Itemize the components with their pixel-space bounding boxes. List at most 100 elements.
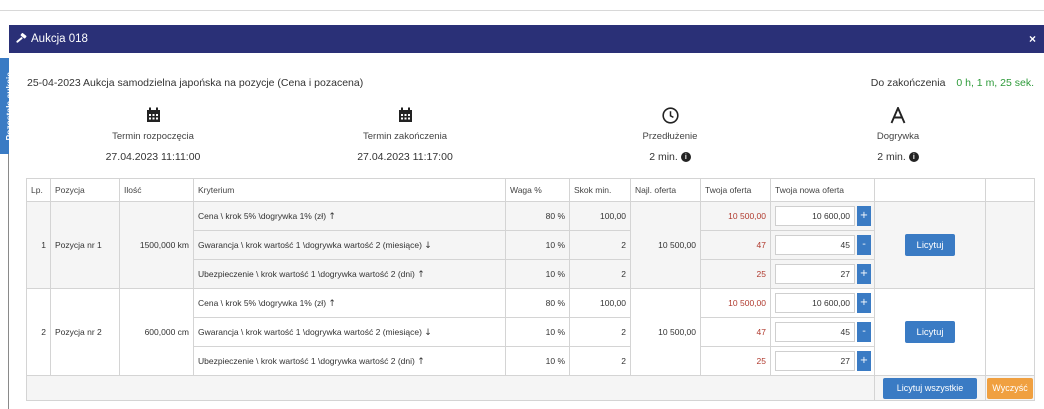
weight-cell: 10 % xyxy=(505,346,570,376)
weight-cell: 10 % xyxy=(505,317,570,347)
your-offer-cell: 10 500,00 xyxy=(700,288,771,318)
stat-end-value: 27.04.2023 11:17:00 xyxy=(357,151,453,163)
table-row: 2 Pozycja nr 2 600,000 cm Cena \ krok 5%… xyxy=(26,288,1035,376)
col-header: Twoja oferta xyxy=(700,178,771,202)
new-offer-input[interactable] xyxy=(775,264,855,284)
stat-extension-value: 2 min. xyxy=(649,151,678,163)
lp-cell: 1 xyxy=(26,201,51,289)
best-offer-cell: 10 500,00 xyxy=(630,288,701,376)
stat-extension: Przedłużenie 2 min. i xyxy=(570,105,770,163)
countdown-value: 0 h, 1 m, 25 sek. xyxy=(956,77,1034,89)
stat-extension-label: Przedłużenie xyxy=(642,131,698,142)
new-offer-input[interactable] xyxy=(775,293,855,313)
calendar-icon xyxy=(398,107,412,122)
table-footer-row: Licytuj wszystkie Wyczyść xyxy=(26,375,1035,401)
bid-all-button[interactable]: Licytuj wszystkie xyxy=(883,377,977,399)
bid-all-cell: Licytuj wszystkie xyxy=(874,375,986,401)
empty-cell xyxy=(985,201,1035,289)
table-header-row: Lp. Pozycja Ilość Kryterium Waga % Skok … xyxy=(26,178,1035,202)
arrow-down-icon: ↓ xyxy=(424,327,432,338)
countdown: Do zakończenia 0 h, 1 m, 25 sek. xyxy=(871,77,1034,89)
modal-header: Aukcja 018 × xyxy=(9,25,1044,53)
weight-cell: 80 % xyxy=(505,288,570,318)
info-icon[interactable]: i xyxy=(680,152,691,162)
close-button[interactable]: × xyxy=(1029,32,1038,46)
col-header: Waga % xyxy=(505,178,570,202)
col-header: Najl. oferta xyxy=(630,178,701,202)
increment-button[interactable]: + xyxy=(857,293,871,313)
stat-overtime-value: 2 min. xyxy=(877,151,906,163)
clear-button[interactable]: Wyczyść xyxy=(987,377,1033,399)
increment-button[interactable]: + xyxy=(857,351,871,371)
table-row: 1 Pozycja nr 1 1500,000 km Cena \ krok 5… xyxy=(26,201,1035,289)
arrow-up-icon: ↑ xyxy=(328,298,336,309)
arrow-down-icon: ↓ xyxy=(424,240,432,251)
criterion-cell: Cena \ krok 5% \dogrywka 1% (zł) ↑ xyxy=(193,288,506,318)
qty-cell: 1500,000 km xyxy=(119,201,194,289)
letter-a-icon xyxy=(890,106,906,123)
modal-title-group: Aukcja 018 xyxy=(15,33,88,45)
col-header: Twoja nowa oferta xyxy=(770,178,875,202)
step-cell: 2 xyxy=(569,230,631,260)
decrement-button[interactable]: - xyxy=(857,235,871,255)
clock-icon xyxy=(661,106,679,124)
new-offer-cell: - xyxy=(770,230,875,260)
best-offer-cell: 10 500,00 xyxy=(630,201,701,289)
bid-cell: Licytuj xyxy=(874,201,986,289)
calendar-icon xyxy=(146,107,160,122)
new-offer-cell: + xyxy=(770,259,875,289)
new-offer-input[interactable] xyxy=(775,351,855,371)
new-offer-input[interactable] xyxy=(775,235,855,255)
criterion-cell: Ubezpieczenie \ krok wartość 1 \dogrywka… xyxy=(193,259,506,289)
criterion-text: Gwarancja \ krok wartość 1 \dogrywka war… xyxy=(198,326,422,337)
col-header: Skok min. xyxy=(569,178,631,202)
stat-start: Termin rozpoczęcia 27.04.2023 11:11:00 xyxy=(53,105,253,163)
step-cell: 2 xyxy=(569,346,631,376)
col-header: Lp. xyxy=(26,178,51,202)
criterion-text: Ubezpieczenie \ krok wartość 1 \dogrywka… xyxy=(198,268,415,279)
new-offer-input[interactable] xyxy=(775,322,855,342)
your-offer-cell: 25 xyxy=(700,346,771,376)
stat-end: Termin zakończenia 27.04.2023 11:17:00 xyxy=(305,105,505,163)
top-divider xyxy=(0,10,1044,11)
bid-cell: Licytuj xyxy=(874,288,986,376)
modal-title: Aukcja 018 xyxy=(31,33,88,45)
bid-button[interactable]: Licytuj xyxy=(904,234,956,256)
weight-cell: 10 % xyxy=(505,230,570,260)
decrement-button[interactable]: - xyxy=(857,322,871,342)
col-header: Pozycja xyxy=(50,178,120,202)
auction-description: 25-04-2023 Aukcja samodzielna japońska n… xyxy=(27,77,364,89)
criterion-cell: Cena \ krok 5% \dogrywka 1% (zł) ↑ xyxy=(193,201,506,231)
criterion-text: Ubezpieczenie \ krok wartość 1 \dogrywka… xyxy=(198,355,415,366)
empty-cell xyxy=(985,288,1035,376)
step-cell: 100,00 xyxy=(569,288,631,318)
clear-cell: Wyczyść xyxy=(985,375,1035,401)
increment-button[interactable]: + xyxy=(857,206,871,226)
position-cell: Pozycja nr 2 xyxy=(50,288,120,376)
position-cell: Pozycja nr 1 xyxy=(50,201,120,289)
criterion-cell: Gwarancja \ krok wartość 1 \dogrywka war… xyxy=(193,317,506,347)
new-offer-input[interactable] xyxy=(775,206,855,226)
info-icon[interactable]: i xyxy=(908,152,919,162)
stat-start-label: Termin rozpoczęcia xyxy=(112,131,194,142)
criterion-text: Cena \ krok 5% \dogrywka 1% (zł) xyxy=(198,210,327,221)
arrow-up-icon: ↑ xyxy=(417,356,425,367)
your-offer-cell: 25 xyxy=(700,259,771,289)
weight-cell: 80 % xyxy=(505,201,570,231)
bid-button[interactable]: Licytuj xyxy=(904,321,956,343)
arrow-up-icon: ↑ xyxy=(417,269,425,280)
arrow-up-icon: ↑ xyxy=(328,211,336,222)
col-header-empty xyxy=(874,178,986,202)
col-header: Kryterium xyxy=(193,178,506,202)
auction-modal: Aukcja 018 × 25-04-2023 Aukcja samodziel… xyxy=(9,25,1044,409)
increment-button[interactable]: + xyxy=(857,264,871,284)
weight-cell: 10 % xyxy=(505,259,570,289)
stat-overtime-label: Dogrywka xyxy=(876,131,920,142)
lp-cell: 2 xyxy=(26,288,51,376)
your-offer-cell: 47 xyxy=(700,230,771,260)
new-offer-cell: + xyxy=(770,288,875,318)
step-cell: 100,00 xyxy=(569,201,631,231)
gavel-icon xyxy=(16,33,27,43)
auction-table: Lp. Pozycja Ilość Kryterium Waga % Skok … xyxy=(26,178,1035,401)
new-offer-cell: - xyxy=(770,317,875,347)
